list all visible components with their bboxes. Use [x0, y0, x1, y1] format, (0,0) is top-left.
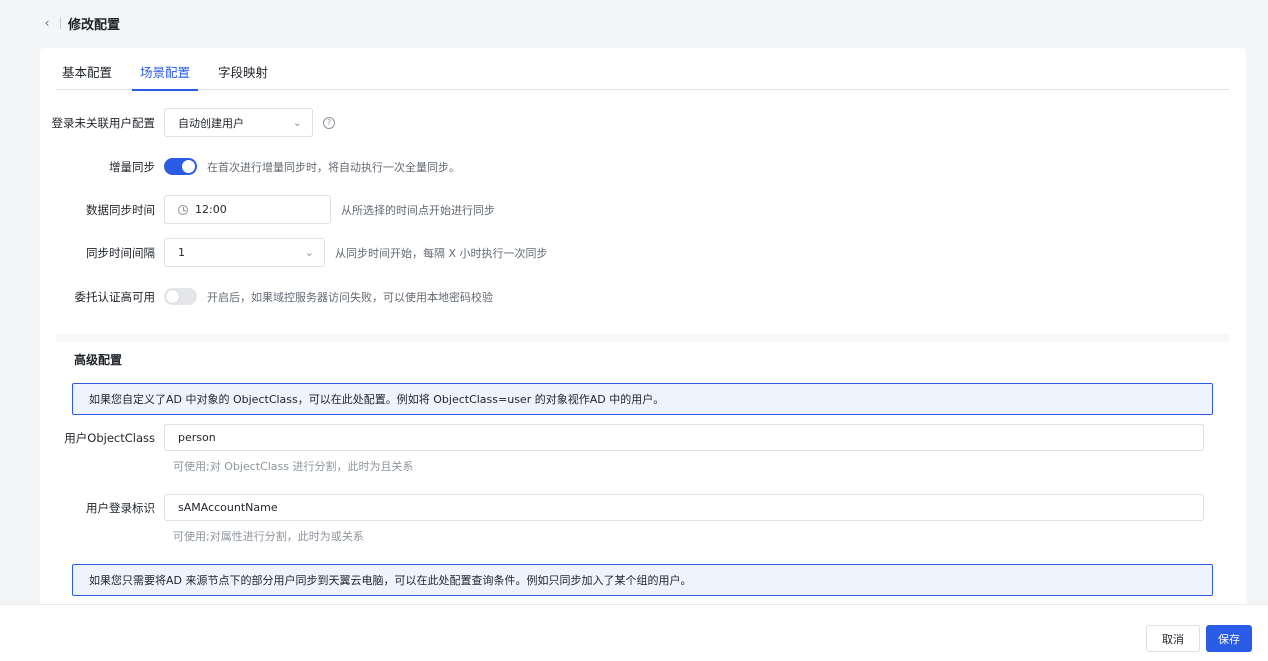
delegate-ha-label: 委托认证高可用	[74, 289, 156, 304]
object-class-row: 用户ObjectClass person	[40, 424, 1204, 451]
login-unlinked-value: 自动创建用户	[178, 116, 244, 130]
header-divider	[60, 17, 61, 29]
back-arrow-icon[interactable]: ‹	[40, 16, 54, 30]
advanced-section-title: 高级配置	[74, 353, 123, 367]
incremental-sync-label: 增量同步	[109, 159, 155, 174]
config-card: 基本配置 场景配置 字段映射 登录未关联用户配置 自动创建用户 ⌄ ? 增量同步…	[40, 48, 1246, 608]
login-id-hint: 可使用;对属性进行分割，此时为或关系	[173, 530, 364, 543]
login-unlinked-label: 登录未关联用户配置	[51, 115, 156, 130]
object-class-value: person	[178, 431, 216, 444]
login-id-value: sAMAccountName	[178, 501, 278, 514]
sync-interval-hint: 从同步时间开始，每隔 X 小时执行一次同步	[335, 246, 548, 260]
page-title: 修改配置	[68, 17, 121, 33]
help-icon[interactable]: ?	[323, 116, 335, 129]
sync-interval-row: 同步时间间隔 1 ⌄ 从同步时间开始，每隔 X 小时执行一次同步	[40, 238, 548, 267]
incremental-sync-hint: 在首次进行增量同步时，将自动执行一次全量同步。	[207, 160, 460, 174]
sync-time-hint: 从所选择的时间点开始进行同步	[341, 203, 495, 217]
toggle-knob	[166, 290, 179, 303]
sync-time-label: 数据同步时间	[86, 202, 155, 217]
objectclass-info-box: 如果您自定义了AD 中对象的 ObjectClass，可以在此处配置。例如将 O…	[72, 383, 1213, 415]
tab-bar: 基本配置 场景配置 字段映射	[56, 48, 1229, 91]
delegate-ha-row: 委托认证高可用 开启后，如果域控服务器访问失败，可以使用本地密码校验	[40, 288, 493, 305]
save-button[interactable]: 保存	[1206, 625, 1252, 652]
login-unlinked-row: 登录未关联用户配置 自动创建用户 ⌄ ?	[40, 108, 335, 137]
object-class-input[interactable]: person	[164, 424, 1204, 451]
object-class-label: 用户ObjectClass	[64, 430, 155, 445]
clock-icon	[178, 204, 188, 215]
page-header: ‹ 修改配置	[0, 0, 1268, 46]
footer-bar: 取消 保存	[0, 604, 1268, 661]
login-id-label: 用户登录标识	[86, 500, 155, 515]
incremental-sync-row: 增量同步 在首次进行增量同步时，将自动执行一次全量同步。	[40, 158, 460, 175]
sync-time-value: 12:00	[195, 203, 227, 216]
sync-interval-select[interactable]: 1 ⌄	[164, 238, 325, 267]
section-divider	[56, 334, 1229, 342]
object-class-hint: 可使用;对 ObjectClass 进行分割，此时为且关系	[173, 460, 414, 473]
sync-interval-label: 同步时间间隔	[86, 245, 155, 260]
tab-basic-config[interactable]: 基本配置	[56, 48, 120, 90]
login-id-row: 用户登录标识 sAMAccountName	[40, 494, 1204, 521]
cancel-button[interactable]: 取消	[1146, 625, 1200, 652]
tab-scene-config[interactable]: 场景配置	[132, 48, 199, 91]
sync-time-row: 数据同步时间 12:00 从所选择的时间点开始进行同步	[40, 195, 495, 224]
login-id-input[interactable]: sAMAccountName	[164, 494, 1204, 521]
toggle-knob	[182, 160, 195, 173]
tab-field-mapping[interactable]: 字段映射	[210, 48, 276, 90]
query-info-box: 如果您只需要将AD 来源节点下的部分用户同步到天翼云电脑，可以在此处配置查询条件…	[72, 564, 1213, 596]
chevron-down-icon: ⌄	[292, 116, 302, 129]
incremental-sync-toggle[interactable]	[164, 158, 197, 175]
delegate-ha-hint: 开启后，如果域控服务器访问失败，可以使用本地密码校验	[207, 290, 493, 304]
delegate-ha-toggle[interactable]	[164, 288, 197, 305]
sync-time-picker[interactable]: 12:00	[164, 195, 331, 224]
sync-interval-value: 1	[178, 246, 185, 259]
chevron-down-icon: ⌄	[304, 246, 314, 259]
login-unlinked-select[interactable]: 自动创建用户 ⌄	[164, 108, 313, 137]
